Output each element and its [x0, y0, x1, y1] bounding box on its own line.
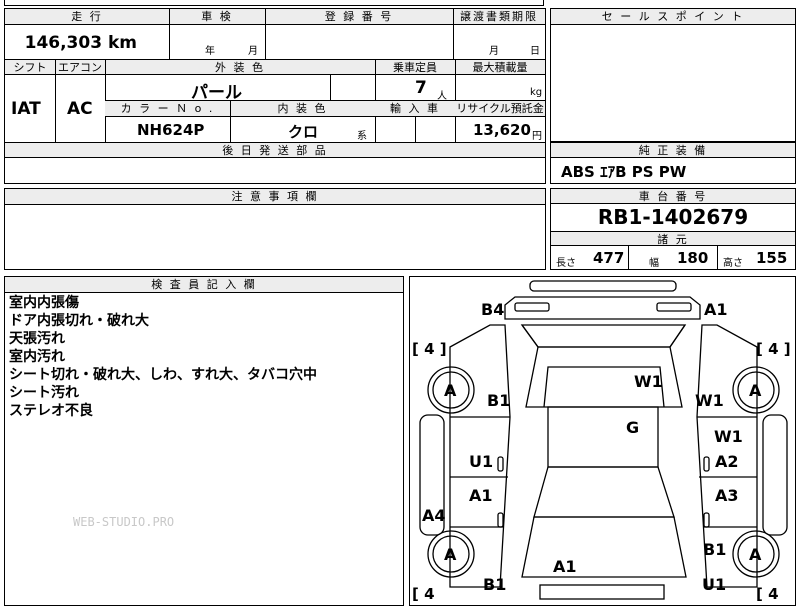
- remark-line: シート汚れ: [9, 385, 79, 401]
- wheel-mark-rl: A: [444, 545, 457, 564]
- chassis-header: 車 台 番 号: [551, 189, 795, 204]
- damage-mark: U1: [469, 452, 494, 471]
- registration-header: 登 録 番 号: [265, 9, 453, 25]
- damage-mark: A3: [715, 486, 739, 505]
- doc-month: 月: [489, 46, 499, 57]
- car-diagram-box: [ 4 ] [ 4 ] [ 4 [ 4 A A A A B4 A1 W1 B1 …: [409, 276, 796, 606]
- equipment-header: 純 正 装 備: [551, 143, 795, 158]
- damage-mark: A1: [704, 300, 728, 319]
- max-load-header: 最大積載量: [455, 60, 545, 75]
- damage-mark: B1: [487, 391, 511, 410]
- top-strip: [4, 0, 544, 6]
- damage-mark: B1: [703, 540, 727, 559]
- capacity-unit: 人: [437, 91, 447, 102]
- mileage-value: 146,303 km: [24, 33, 137, 53]
- remark-line: 室内汚れ: [9, 349, 65, 365]
- inspector-box: 検 査 員 記 入 欄 室内内張傷 ドア内張切れ・破れ大 天張汚れ 室内汚れ シ…: [4, 276, 404, 606]
- equipment-value: ABS ｴｱB PS PW: [561, 163, 687, 181]
- capacity-value: 7: [415, 78, 427, 98]
- recycle-value: 13,620: [473, 121, 531, 139]
- later-parts-header: 後 日 発 送 部 品: [5, 143, 545, 158]
- length-value: 477: [593, 249, 625, 267]
- length-label: 長さ: [556, 258, 576, 269]
- vehicle-info-table: 走 行 車 検 登 録 番 号 譲渡書類期限 146,303 km 年 月 月 …: [4, 8, 546, 184]
- height-value: 155: [756, 249, 788, 267]
- inspection-header: 車 検: [169, 9, 265, 25]
- sales-point-box: セ ー ル ス ポ イ ン ト: [550, 8, 796, 142]
- equipment-box: 純 正 装 備 ABS ｴｱB PS PW: [550, 142, 796, 184]
- interior-header: 内 装 色: [230, 101, 375, 117]
- remark-line: ステレオ不良: [9, 403, 93, 419]
- remark-line: シート切れ・破れ大、しわ、すれ大、タバコ穴中: [9, 367, 317, 383]
- color-no-value: NH624P: [137, 121, 205, 139]
- damage-mark: A1: [553, 557, 577, 576]
- load-unit: kg: [530, 87, 543, 98]
- notes-box: 注 意 事 項 欄: [4, 188, 546, 270]
- damage-mark: B1: [483, 575, 507, 594]
- exterior-value: パール: [191, 83, 242, 103]
- width-label: 幅: [649, 258, 659, 269]
- damage-mark: A2: [715, 452, 739, 471]
- import-header: 輸 入 車: [375, 101, 455, 117]
- doc-deadline-header: 譲渡書類期限: [453, 9, 545, 25]
- width-value: 180: [677, 249, 709, 267]
- shift-header: シフト: [5, 60, 55, 75]
- chassis-box: 車 台 番 号 RB1-1402679 諸 元 長さ 477 幅 180 高さ …: [550, 188, 796, 270]
- chassis-number: RB1-1402679: [597, 205, 749, 229]
- tire-front-left: [ 4 ]: [412, 340, 447, 358]
- tire-rear-right: [ 4: [756, 585, 779, 603]
- inspection-month: 月: [248, 46, 258, 57]
- inspector-header: 検 査 員 記 入 欄: [5, 277, 403, 293]
- color-no-header: カ ラ ー Ｎ o .: [105, 101, 230, 117]
- notes-header: 注 意 事 項 欄: [5, 189, 545, 205]
- ac-value: AC: [67, 99, 93, 119]
- wheel-mark-rr: A: [749, 545, 762, 564]
- sales-point-header: セ ー ル ス ポ イ ン ト: [551, 9, 795, 25]
- specs-header: 諸 元: [551, 231, 795, 246]
- damage-mark: G: [626, 418, 640, 437]
- exterior-header: 外 装 色: [105, 60, 375, 75]
- damage-mark: A4: [422, 506, 446, 525]
- recycle-header: リサイクル預託金: [455, 101, 545, 117]
- mileage-header: 走 行: [5, 9, 169, 25]
- remark-line: 天張汚れ: [9, 331, 65, 347]
- inspection-year: 年: [205, 46, 215, 57]
- remark-line: 室内内張傷: [9, 295, 79, 311]
- ac-header: エアコン: [55, 60, 105, 75]
- height-label: 高さ: [723, 258, 743, 269]
- interior-value: クロ: [288, 123, 319, 141]
- damage-mark: W1: [714, 427, 743, 446]
- wheel-mark-fl: A: [444, 381, 457, 400]
- doc-day: 日: [530, 46, 540, 57]
- shift-value: IAT: [11, 99, 41, 119]
- watermark: WEB-STUDIO.PRO: [73, 515, 175, 529]
- damage-mark: W1: [634, 372, 663, 391]
- wheel-mark-fr: A: [749, 381, 762, 400]
- damage-mark: W1: [695, 391, 724, 410]
- damage-mark: B4: [481, 300, 505, 319]
- interior-suffix: 系: [357, 131, 367, 142]
- damage-mark: A1: [469, 486, 493, 505]
- capacity-header: 乗車定員: [375, 60, 455, 75]
- tire-front-right: [ 4 ]: [756, 340, 791, 358]
- tire-rear-left: [ 4: [412, 585, 435, 603]
- recycle-unit: 円: [532, 131, 542, 142]
- remark-line: ドア内張切れ・破れ大: [9, 313, 149, 329]
- damage-mark: U1: [702, 575, 727, 594]
